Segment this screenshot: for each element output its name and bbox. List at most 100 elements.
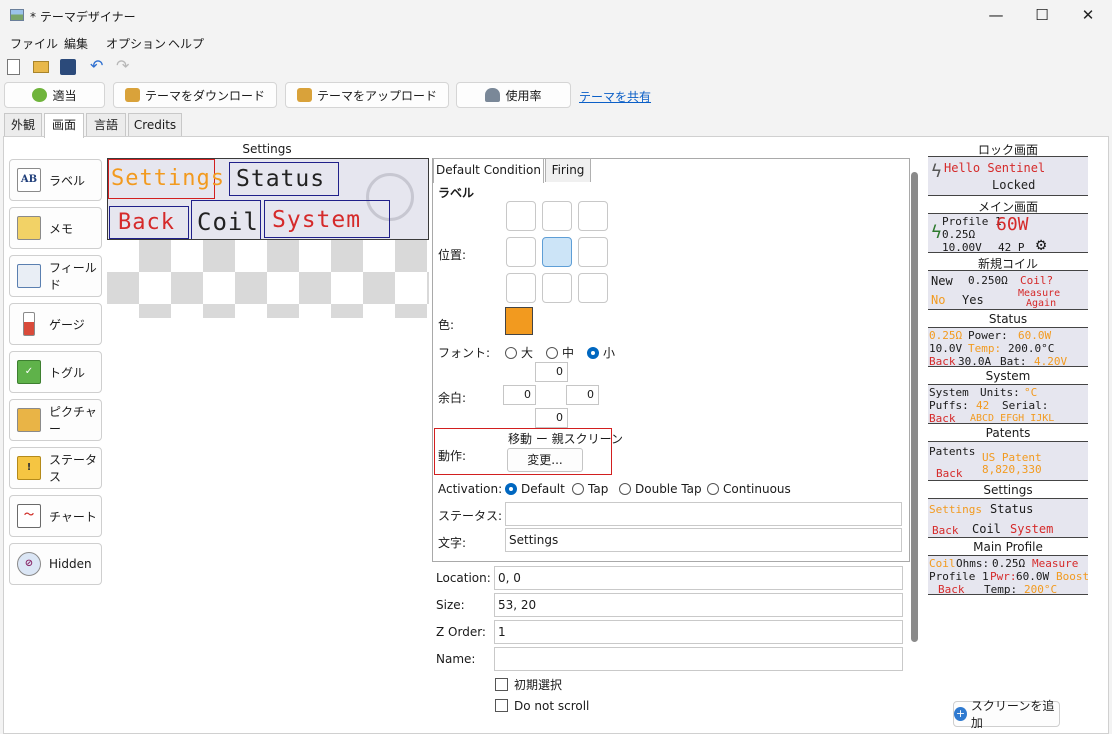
margin-left-input[interactable]: 0	[503, 385, 536, 405]
change-action-button[interactable]: 変更...	[507, 448, 583, 472]
minimize-button[interactable]: —	[973, 0, 1019, 31]
activation-default[interactable]: Default	[505, 482, 565, 496]
tile-system[interactable]: System	[264, 200, 390, 238]
tab-credits[interactable]: Credits	[128, 113, 182, 137]
palette-hidden-button[interactable]: ⊘ Hidden	[9, 543, 102, 585]
palette-label: ラベル	[49, 173, 86, 188]
palette-chart-button[interactable]: 〜チャート	[9, 495, 102, 537]
position-bottom-right[interactable]	[578, 273, 608, 303]
screen-line: Back	[932, 524, 959, 537]
position-middle-right[interactable]	[578, 237, 608, 267]
tab-language[interactable]: 言語	[86, 113, 126, 137]
warning-icon: !	[17, 456, 41, 480]
tile-settings[interactable]: Settings	[108, 159, 224, 199]
screen-system[interactable]: System System Units: °C Puffs: 42 Serial…	[928, 369, 1088, 426]
screen-main-profile[interactable]: Main Profile Coil Ohms: 0.25Ω Measure Pr…	[928, 540, 1088, 597]
apply-button[interactable]: 適当	[4, 82, 105, 108]
redo-icon[interactable]: ↷	[116, 58, 132, 75]
position-middle-left[interactable]	[506, 237, 536, 267]
upload-theme-button[interactable]: テーマをアップロード	[285, 82, 449, 108]
usage-button[interactable]: 使用率	[456, 82, 571, 108]
screen-line: 42	[976, 399, 990, 412]
tab-appearance[interactable]: 外観	[4, 113, 42, 137]
screen-status[interactable]: Status 0.25Ω Power: 60.0W 10.0V Temp: 20…	[928, 312, 1088, 369]
tile-coil[interactable]: Coil	[191, 200, 261, 239]
palette-toggle-button[interactable]: ✓ トグル	[9, 351, 102, 393]
position-middle-center[interactable]	[542, 237, 572, 267]
palette-memo-button[interactable]: メモ	[9, 207, 102, 249]
color-swatch[interactable]	[505, 307, 533, 335]
screen-line: 10.00V	[942, 241, 982, 253]
chart-icon: 〜	[17, 504, 41, 528]
location-input[interactable]: 0, 0	[494, 566, 903, 590]
palette-status-button[interactable]: ! ステータス	[9, 447, 102, 489]
activation-label: Activation:	[438, 482, 503, 496]
activation-tap-label: Tap	[588, 482, 609, 496]
margin-bottom-input[interactable]: 0	[535, 408, 568, 428]
margin-top-input[interactable]: 0	[535, 362, 568, 382]
menu-edit[interactable]: 編集	[64, 35, 88, 52]
position-top-right[interactable]	[578, 201, 608, 231]
screen-line: 200.0°C	[1008, 342, 1055, 355]
size-input[interactable]: 53, 20	[494, 593, 903, 617]
radio-icon	[572, 483, 584, 495]
font-option-large[interactable]: 大	[505, 344, 533, 361]
activation-double-tap-label: Double Tap	[635, 482, 702, 496]
screen-new-coil[interactable]: 新規コイル New 0.250Ω Coil? No Yes Measure Ag…	[928, 255, 1088, 312]
screen-line: Yes	[962, 293, 984, 307]
palette-label: Hidden	[49, 557, 92, 571]
add-screen-button[interactable]: + スクリーンを追加	[953, 699, 1060, 730]
screen-lock[interactable]: ロック画面 ϟ Hello Sentinel Locked	[928, 141, 1088, 198]
position-bottom-center[interactable]	[542, 273, 572, 303]
screen-settings[interactable]: Settings Settings Status Back Coil Syste…	[928, 483, 1088, 540]
activation-tap[interactable]: Tap	[572, 482, 608, 496]
maximize-button[interactable]: ☐	[1019, 0, 1065, 31]
tab-default-condition[interactable]: Default Condition	[433, 158, 544, 183]
palette-label: ゲージ	[49, 317, 85, 332]
zorder-input[interactable]: 1	[494, 620, 903, 644]
tab-firing[interactable]: Firing	[545, 158, 591, 182]
position-top-left[interactable]	[506, 201, 536, 231]
undo-icon[interactable]: ↶	[90, 58, 106, 75]
status-field-input[interactable]	[505, 502, 902, 526]
palette-picture-button[interactable]: ピクチャー	[9, 399, 102, 441]
activation-continuous[interactable]: Continuous	[707, 482, 791, 496]
memo-icon	[17, 216, 41, 240]
position-label: 位置:	[438, 248, 467, 262]
menu-help[interactable]: ヘルプ	[168, 35, 204, 52]
initial-select-checkbox[interactable]: 初期選択	[495, 676, 562, 693]
menu-file[interactable]: ファイル	[10, 35, 58, 52]
text-field-input[interactable]: Settings	[505, 528, 902, 552]
name-input[interactable]	[494, 647, 903, 671]
activation-default-label: Default	[521, 482, 565, 496]
margin-right-input[interactable]: 0	[566, 385, 599, 405]
font-option-medium[interactable]: 中	[546, 344, 574, 361]
palette-gauge-button[interactable]: ゲージ	[9, 303, 102, 345]
screen-patents[interactable]: Patents Patents US Patent Back 8,820,330	[928, 426, 1088, 483]
palette-label-button[interactable]: AB ラベル	[9, 159, 102, 201]
radio-icon	[619, 483, 631, 495]
tab-screen[interactable]: 画面	[44, 113, 84, 138]
screen-thumbnail: Settings Status Back Coil System	[928, 498, 1088, 538]
menu-options[interactable]: オプション	[106, 35, 166, 52]
screen-thumbnail: 0.25Ω Power: 60.0W 10.0V Temp: 200.0°C B…	[928, 327, 1088, 367]
download-theme-button[interactable]: テーマをダウンロード	[113, 82, 277, 108]
position-bottom-left[interactable]	[506, 273, 536, 303]
palette-field-button[interactable]: フィールド	[9, 255, 102, 297]
tile-back[interactable]: Back	[109, 206, 189, 239]
position-top-center[interactable]	[542, 201, 572, 231]
open-folder-icon[interactable]	[33, 61, 49, 73]
text-field-label: 文字:	[438, 536, 467, 550]
new-file-icon[interactable]	[7, 59, 20, 75]
close-button[interactable]: ✕	[1065, 0, 1111, 31]
save-icon[interactable]	[60, 59, 76, 75]
share-theme-link[interactable]: テーマを共有	[579, 88, 651, 105]
font-option-small[interactable]: 小	[587, 344, 615, 361]
screen-main[interactable]: メイン画面 ϟ Profile 1 0.25Ω 10.00V 60W 42 P …	[928, 198, 1088, 255]
no-scroll-checkbox[interactable]: Do not scroll	[495, 699, 589, 713]
tile-status[interactable]: Status	[229, 162, 339, 196]
check-icon	[32, 88, 48, 102]
properties-scrollbar[interactable]	[911, 172, 918, 642]
activation-double-tap[interactable]: Double Tap	[619, 482, 702, 496]
canvas-title: Settings	[242, 142, 292, 156]
